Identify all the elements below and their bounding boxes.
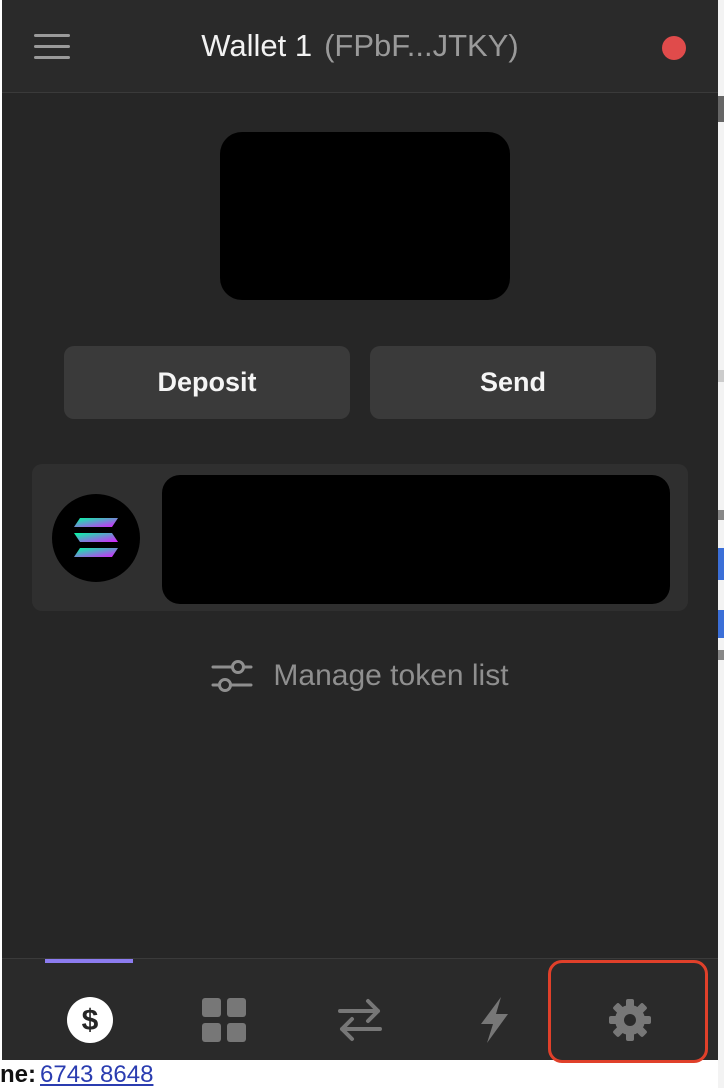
manage-token-list-button[interactable]: Manage token list bbox=[2, 656, 718, 696]
background-link[interactable]: 6743 8648 bbox=[40, 1061, 153, 1088]
tab-activity[interactable] bbox=[462, 981, 526, 1059]
send-button[interactable]: Send bbox=[370, 346, 656, 419]
tab-swap[interactable] bbox=[328, 981, 392, 1059]
token-details-redacted bbox=[162, 475, 670, 604]
background-label: ne: bbox=[0, 1061, 36, 1088]
bottom-tab-bar: $ bbox=[2, 958, 718, 1060]
sliders-icon bbox=[211, 658, 253, 694]
tab-collectibles[interactable] bbox=[192, 981, 256, 1059]
grid-icon bbox=[202, 998, 246, 1042]
screen: ne: 6743 8648 Wallet 1 (FPbF...JTKY) Depos… bbox=[0, 0, 724, 1088]
manage-token-list-label: Manage token list bbox=[273, 659, 509, 692]
header: Wallet 1 (FPbF...JTKY) bbox=[2, 0, 718, 93]
solana-logo-icon bbox=[52, 494, 140, 582]
deposit-button[interactable]: Deposit bbox=[64, 346, 350, 419]
wallet-name: Wallet 1 bbox=[201, 28, 313, 63]
swap-arrows-icon bbox=[338, 999, 382, 1041]
lightning-icon bbox=[481, 997, 508, 1043]
background-page-text: ne: 6743 8648 bbox=[0, 1062, 153, 1088]
active-tab-indicator bbox=[45, 959, 133, 963]
gear-icon bbox=[609, 999, 651, 1041]
connection-status-dot[interactable] bbox=[662, 36, 686, 60]
wallet-address: (FPbF...JTKY) bbox=[324, 28, 519, 63]
balance-redacted bbox=[220, 132, 510, 300]
svg-text:$: $ bbox=[82, 1004, 99, 1037]
tab-balances[interactable]: $ bbox=[58, 981, 122, 1059]
wallet-popup: Wallet 1 (FPbF...JTKY) Deposit Send Mana… bbox=[2, 0, 718, 1060]
dollar-icon: $ bbox=[67, 997, 113, 1043]
wallet-title[interactable]: Wallet 1 (FPbF...JTKY) bbox=[2, 26, 718, 66]
tab-settings[interactable] bbox=[598, 981, 662, 1059]
background-page-edge bbox=[718, 0, 724, 1088]
token-row-solana[interactable] bbox=[32, 464, 688, 611]
